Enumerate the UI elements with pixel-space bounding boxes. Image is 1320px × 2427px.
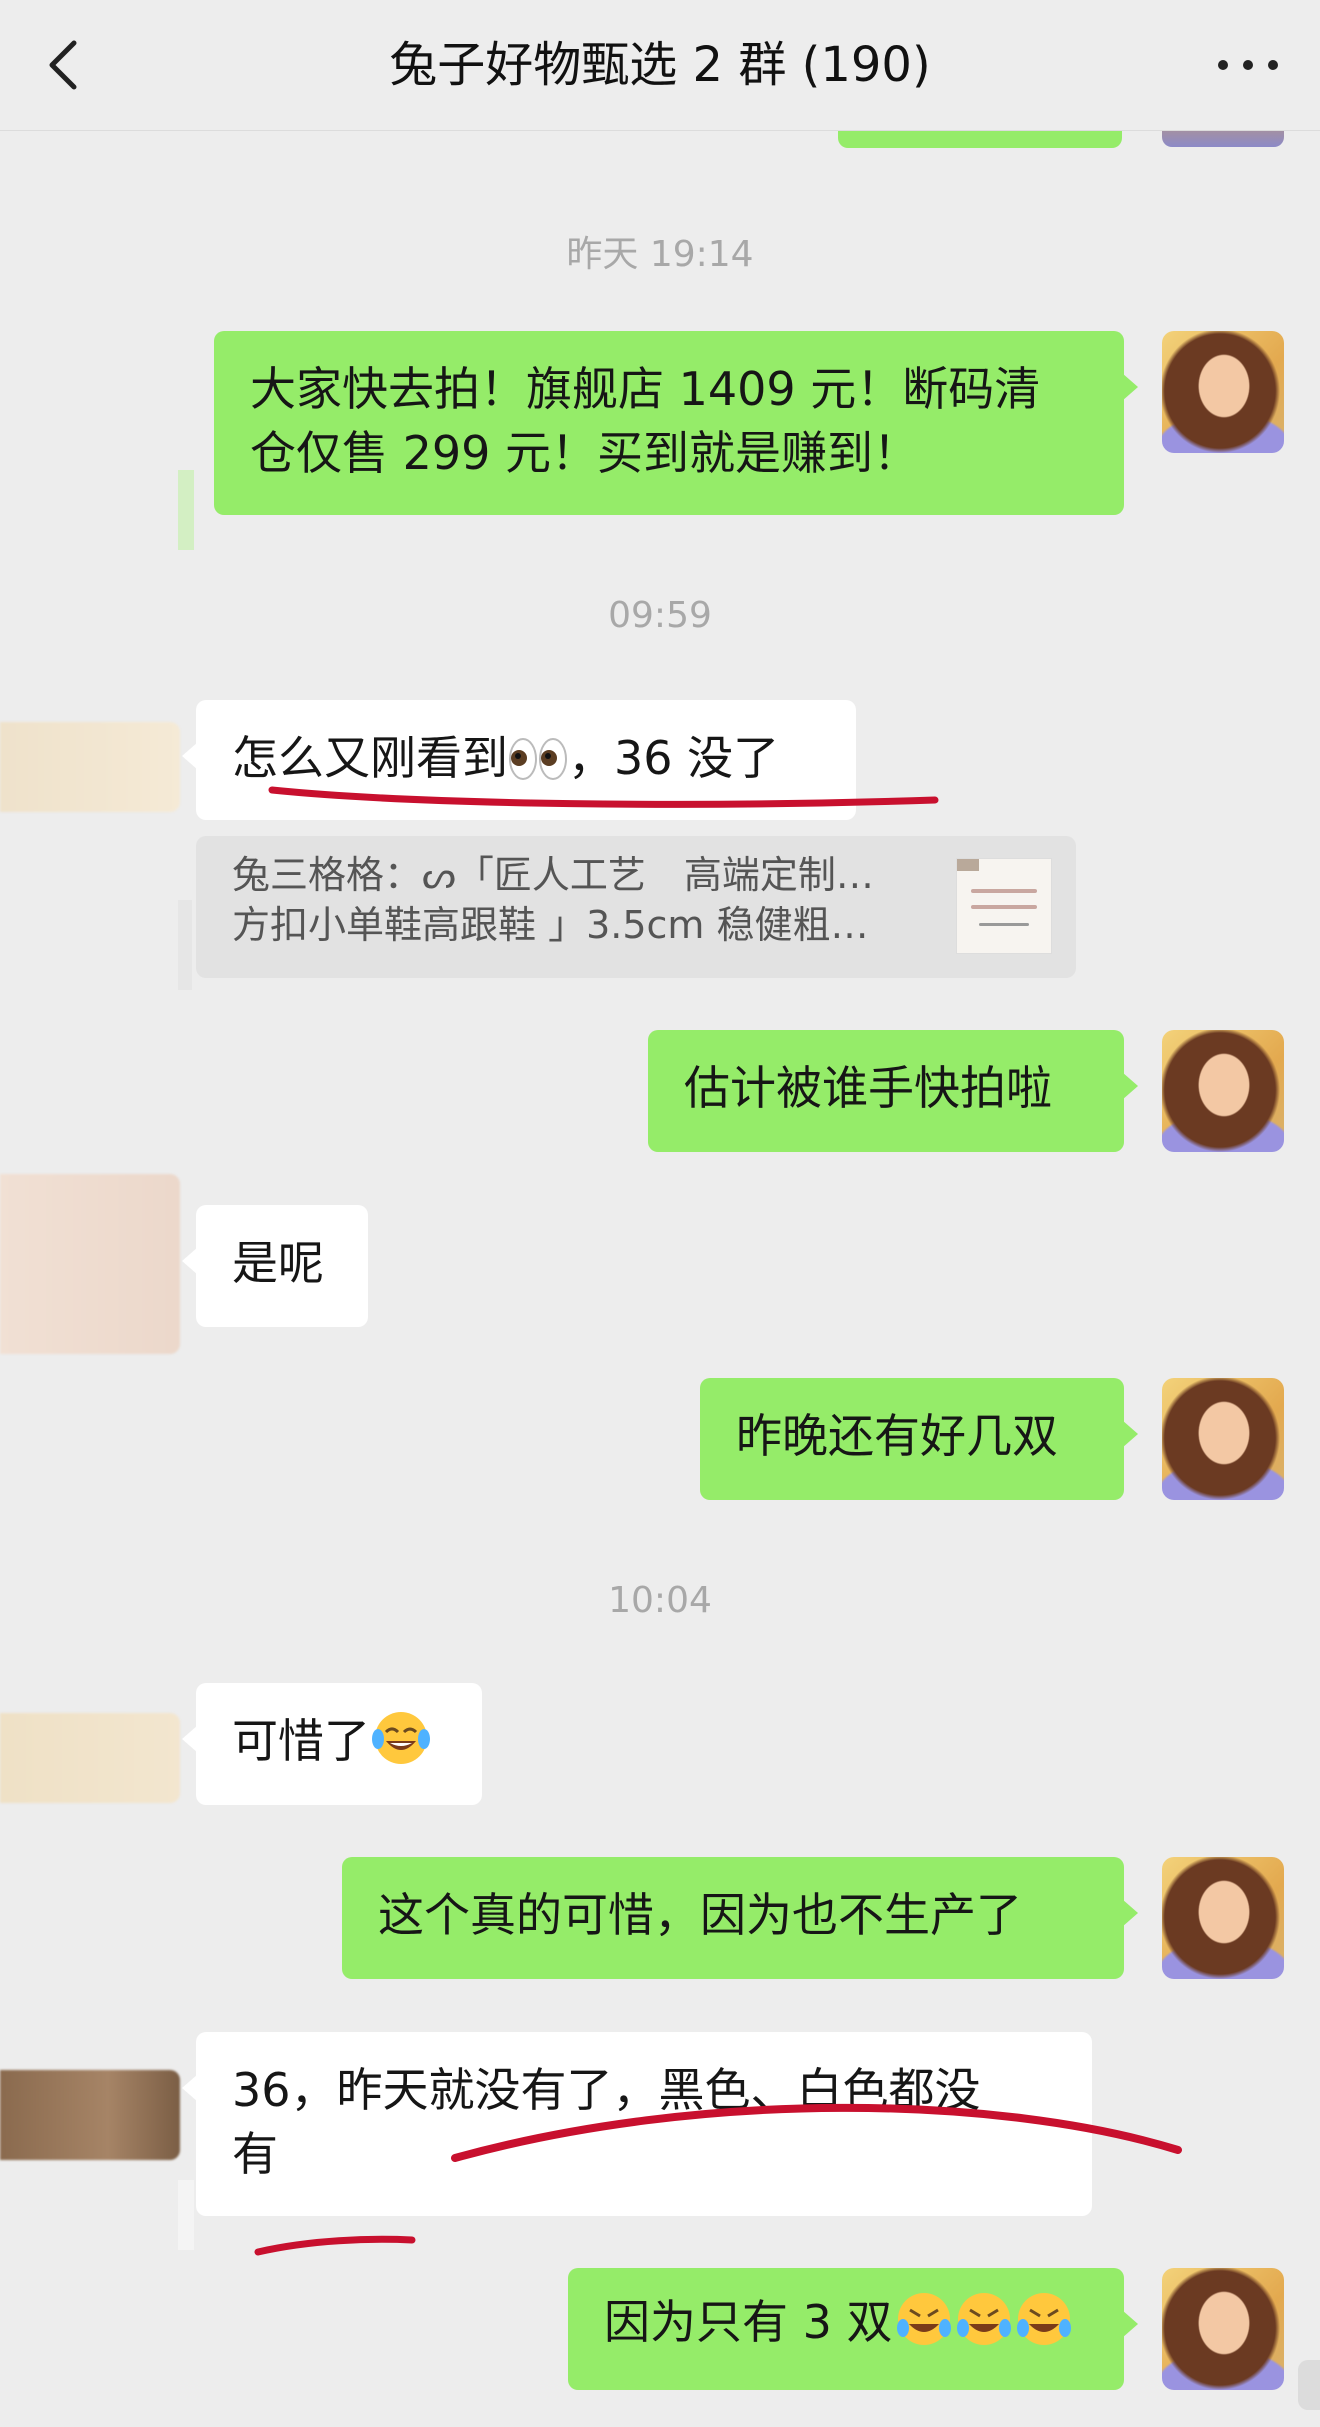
quote-text: 方扣小单鞋高跟鞋 」3.5cm 稳健粗跟... (232, 903, 896, 947)
message-text: 昨晚还有好几双 (736, 1409, 1058, 1463)
message-bubble-outgoing[interactable]: 因为只有 3 双 (568, 2268, 1138, 2390)
message-text: 这个真的可惜，因为也不生产了 (378, 1888, 1022, 1942)
avatar[interactable] (1162, 331, 1284, 453)
chat-header: 兔子好物甄选 2 群 (190) (0, 0, 1320, 131)
blurred-edge (178, 900, 192, 990)
rolling-laughing-emoji-icon (1016, 2293, 1071, 2345)
message-text: 怎么又刚看到 (232, 731, 508, 785)
avatar[interactable] (1162, 2268, 1284, 2390)
message-text: 是呢 (232, 1236, 324, 1290)
blurred-edge (178, 470, 194, 550)
avatar[interactable] (1162, 1857, 1284, 1979)
timestamp: 10:04 (608, 1580, 712, 1621)
rolling-laughing-emoji-icon (896, 2293, 951, 2345)
chat-title: 兔子好物甄选 2 群 (190) (389, 37, 931, 93)
quote-text: 兔三格格：ᔕ「匠人工艺 高端定制真皮 (232, 853, 896, 897)
message-bubble-incoming[interactable]: 怎么又刚看到 ，36 没了 (182, 700, 856, 820)
message-text: 有 (232, 2127, 278, 2181)
timestamp: 昨天 19:14 (566, 234, 754, 275)
message-bubble-outgoing[interactable]: 昨晚还有好几双 (700, 1378, 1138, 1500)
message-bubble-outgoing[interactable]: 大家快去拍！旗舰店 1409 元！断码清 仓仅售 299 元！买到就是赚到！ (214, 331, 1138, 515)
message-text: 36，昨天就没有了，黑色、白色都没 (232, 2063, 981, 2117)
scrollbar-thumb[interactable] (1298, 2360, 1320, 2410)
timestamp: 09:59 (608, 595, 712, 636)
message-text: ，36 没了 (568, 731, 780, 785)
more-button[interactable] (1218, 50, 1278, 80)
avatar[interactable] (1162, 1378, 1284, 1500)
rolling-laughing-emoji-icon (956, 2293, 1011, 2345)
blurred-edge (178, 2180, 194, 2250)
quoted-message[interactable]: 兔三格格：ᔕ「匠人工艺 高端定制真皮 方扣小单鞋高跟鞋 」3.5cm 稳健粗跟.… (196, 836, 1076, 978)
message-bubble-incoming[interactable]: 可惜了 (182, 1683, 482, 1805)
eyes-emoji-icon (509, 738, 567, 780)
message-text: 因为只有 3 双 (604, 2295, 893, 2349)
message-bubble-outgoing[interactable]: 这个真的可惜，因为也不生产了 (342, 1857, 1138, 1979)
avatar[interactable] (0, 1174, 180, 1354)
message-bubble-incoming[interactable]: 36，昨天就没有了，黑色、白色都没 有 (182, 2032, 1092, 2216)
message-bubble-outgoing[interactable]: 估计被谁手快拍啦 (648, 1030, 1138, 1152)
message-text: 大家快去拍！旗舰店 1409 元！断码清 (250, 362, 1041, 416)
avatar[interactable] (0, 1713, 180, 1803)
avatar[interactable] (0, 2070, 180, 2160)
message-bubble-incoming[interactable]: 是呢 (182, 1205, 368, 1327)
avatar[interactable] (0, 722, 180, 812)
product-thumbnail[interactable] (956, 858, 1052, 954)
avatar[interactable] (1162, 1030, 1284, 1152)
ellipsis-icon (1218, 60, 1228, 70)
message-text: 仓仅售 299 元！买到就是赚到！ (250, 426, 920, 480)
message-text: 可惜了 (232, 1714, 370, 1768)
tears-of-joy-emoji-icon (372, 1712, 430, 1764)
message-text: 估计被谁手快拍啦 (684, 1061, 1052, 1115)
